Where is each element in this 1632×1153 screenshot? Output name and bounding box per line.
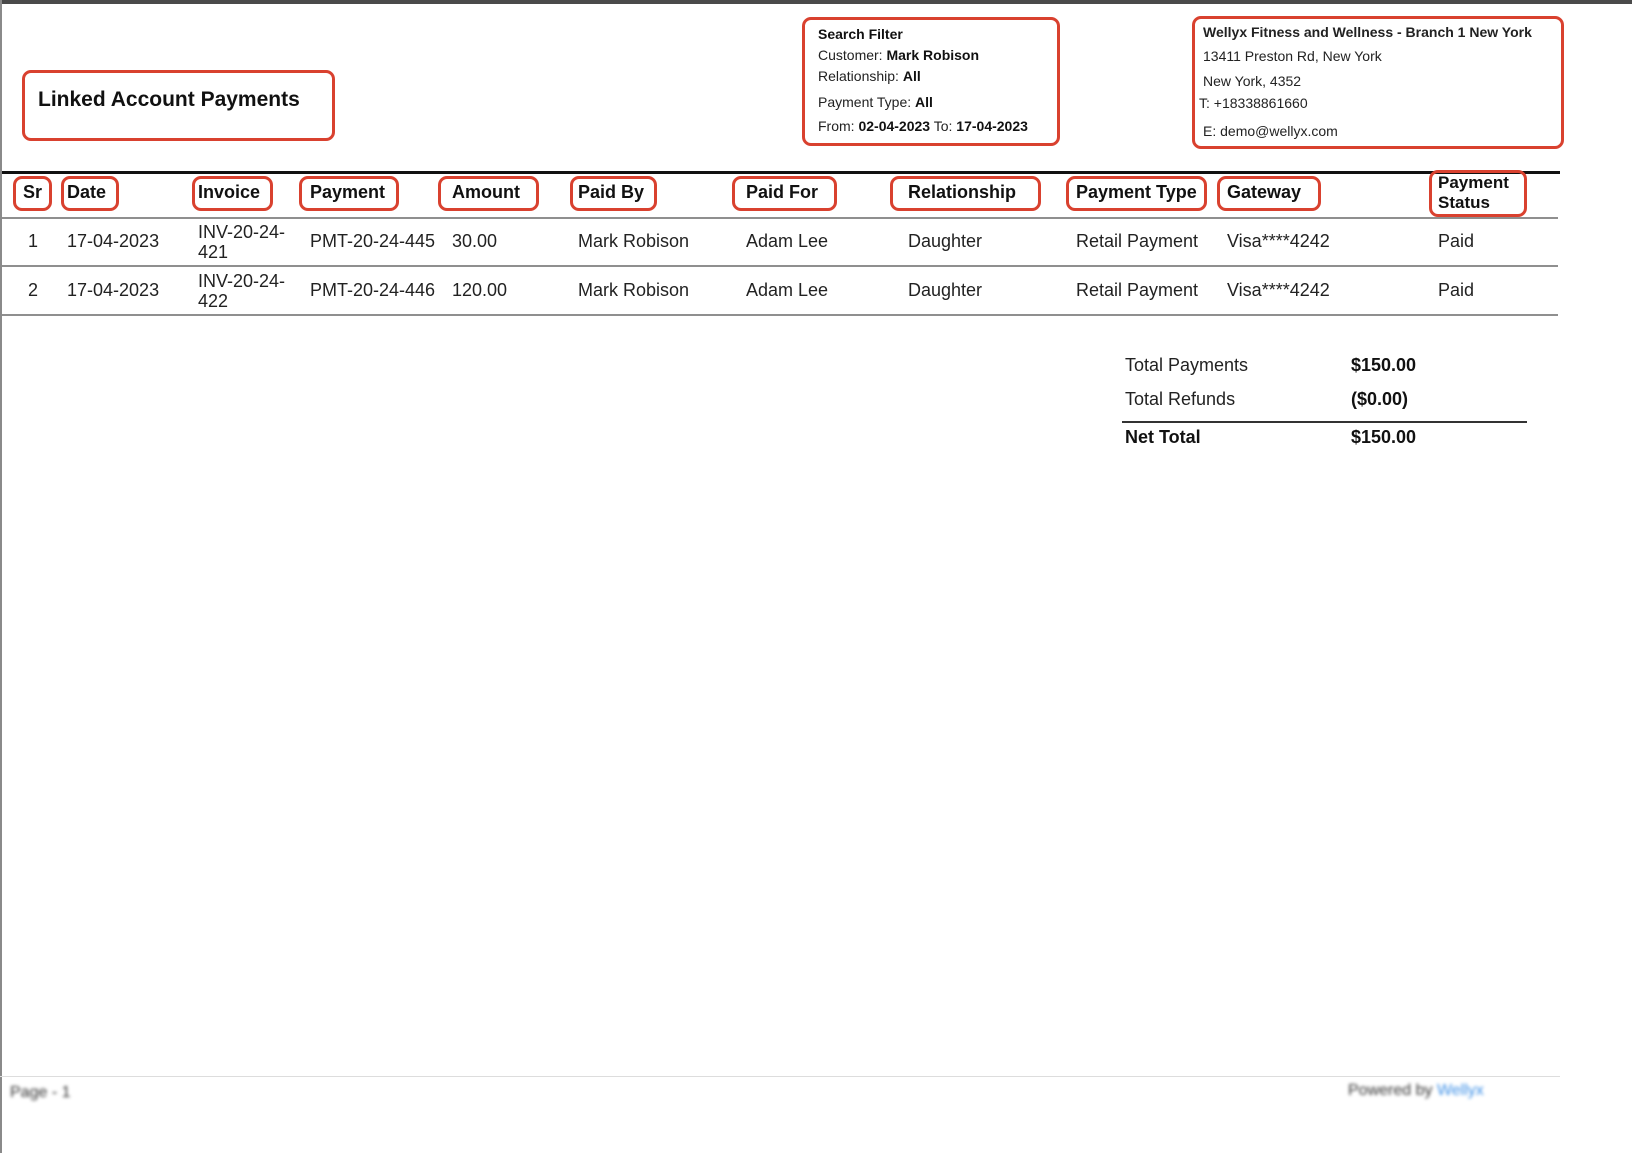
branch-address-line1: 13411 Preston Rd, New York [1203,48,1382,64]
column-header-payment: Payment [310,182,386,202]
powered-by: Powered by Wellyx [1348,1082,1484,1100]
top-edge-bar [0,0,1632,4]
net-total-label: Net Total [1125,427,1201,447]
cell-payment-type: Retail Payment [1076,231,1199,251]
cell-sr: 2 [28,280,39,300]
to-label: To: [933,118,953,134]
cell-gateway: Visa****4242 [1227,231,1330,251]
from-label: From: [818,118,855,134]
cell-payment: PMT-20-24-445 [310,231,436,251]
search-filter-heading: Search Filter [818,26,903,42]
cell-amount: 30.00 [452,231,498,251]
powered-by-brand: Wellyx [1436,1082,1484,1099]
cell-paid-for: Adam Lee [746,231,829,251]
column-header-payment-type: Payment Type [1076,182,1197,202]
cell-paid-for: Adam Lee [746,280,829,300]
cell-paid-by: Mark Robison [578,231,690,251]
relationship-filter-value: All [902,68,921,84]
column-header-invoice: Invoice [198,182,261,202]
cell-invoice: INV-20-24-421 [198,222,286,262]
column-header-date: Date [67,182,107,202]
to-value: 17-04-2023 [956,118,1028,134]
total-refunds-label: Total Refunds [1125,389,1236,409]
cell-relationship: Daughter [908,231,983,251]
cell-date: 17-04-2023 [67,231,160,251]
summary-divider [1122,421,1527,423]
net-total-value: $150.00 [1351,427,1417,447]
branch-email: E: demo@wellyx.com [1203,123,1338,139]
column-header-relationship: Relationship [908,182,1017,202]
branch-phone: T: +18338861660 [1199,95,1308,111]
row-divider [2,265,1558,267]
powered-by-text: Powered by [1348,1082,1433,1099]
page-number: Page - 1 [10,1084,71,1101]
column-header-paid-by: Paid By [578,182,645,202]
branch-name: Wellyx Fitness and Wellness - Branch 1 N… [1203,24,1532,40]
column-header-sr: Sr [23,182,43,202]
cell-payment-status: Paid [1438,280,1475,300]
customer-value: Mark Robison [886,47,980,63]
header-divider [2,171,1560,174]
cell-relationship: Daughter [908,280,983,300]
relationship-filter-label: Relationship: [818,68,899,84]
column-header-payment-status: Payment Status [1438,173,1509,212]
from-value: 02-04-2023 [858,118,931,134]
table-bottom-rule [2,314,1558,316]
column-header-gateway: Gateway [1227,182,1302,202]
column-header-amount: Amount [452,182,520,202]
cell-invoice: INV-20-24-422 [198,271,286,311]
payment-type-filter-value: All [915,94,933,110]
branch-address-line2: New York, 4352 [1203,73,1302,89]
cell-payment-type: Retail Payment [1076,280,1199,300]
total-refunds-value: ($0.00) [1351,389,1409,409]
cell-amount: 120.00 [452,280,508,300]
total-payments-label: Total Payments [1125,355,1249,375]
cell-gateway: Visa****4242 [1227,280,1330,300]
payment-type-filter-label: Payment Type: [818,94,912,110]
cell-paid-by: Mark Robison [578,280,690,300]
total-payments-value: $150.00 [1351,355,1417,375]
header-bottom-rule [2,217,1558,219]
page-title: Linked Account Payments [38,88,300,111]
footer-divider [0,1076,1560,1077]
cell-sr: 1 [28,231,39,251]
customer-label: Customer: [818,47,883,63]
column-header-paid-for: Paid For [746,182,819,202]
cell-payment: PMT-20-24-446 [310,280,436,300]
cell-payment-status: Paid [1438,231,1475,251]
cell-date: 17-04-2023 [67,280,160,300]
